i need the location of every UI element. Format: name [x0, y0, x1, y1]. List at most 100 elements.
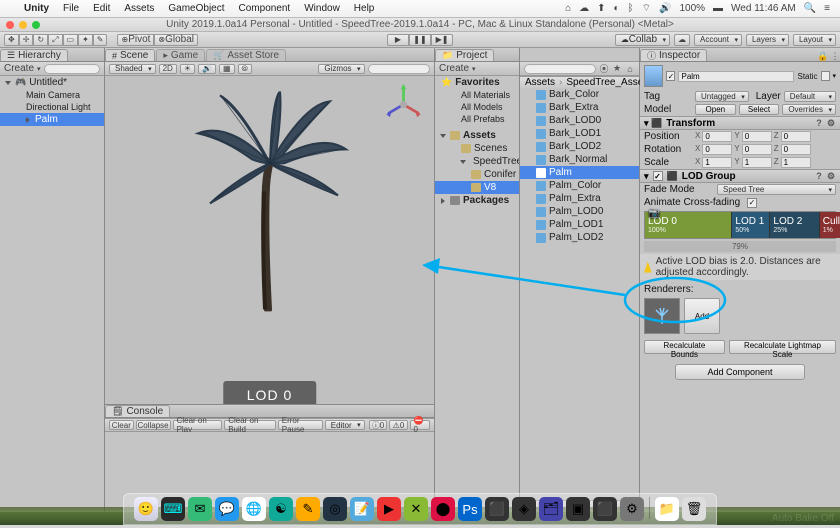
hierarchy-item[interactable]: Main Camera — [0, 89, 104, 101]
orientation-gizmo[interactable] — [381, 82, 426, 127]
culled-segment[interactable]: Culled1% — [820, 212, 840, 238]
menu-window[interactable]: Window — [304, 3, 340, 14]
scene-search[interactable] — [368, 64, 430, 74]
dock-app[interactable]: ✉ — [188, 497, 212, 521]
favorite-item[interactable]: All Materials — [435, 89, 519, 101]
tab-hierarchy[interactable]: ☰ Hierarchy — [0, 49, 68, 61]
asset-item-selected[interactable]: Palm — [520, 166, 639, 179]
expand-icon[interactable] — [5, 81, 11, 85]
animcross-checkbox[interactable]: ✓ — [747, 198, 757, 208]
folder-item[interactable]: Scenes — [435, 142, 519, 155]
recalc-bounds-button[interactable]: Recalculate Bounds — [644, 340, 725, 354]
model-select[interactable]: Select — [739, 104, 780, 115]
filter-icon[interactable]: ⦿ — [599, 64, 609, 74]
dock-app[interactable]: ⌨ — [161, 497, 185, 521]
packages-root[interactable]: Packages — [435, 194, 519, 207]
console-editor-dropdown[interactable]: Editor — [325, 420, 365, 430]
dock-unity[interactable]: ◈ — [512, 497, 536, 521]
pos-z[interactable] — [781, 131, 811, 142]
renderer-thumbnail[interactable] — [644, 298, 680, 334]
console-clear-build[interactable]: Clear on Build — [224, 420, 276, 430]
hierarchy-item[interactable]: Directional Light — [0, 101, 104, 113]
lod2-segment[interactable]: LOD 225% — [770, 212, 819, 238]
add-renderer-button[interactable]: Add — [684, 298, 720, 334]
asset-item[interactable]: Bark_LOD2 — [520, 140, 639, 153]
tab-inspector[interactable]: ⓘ Inspector — [640, 49, 707, 61]
recalc-lightmap-button[interactable]: Recalculate Lightmap Scale — [729, 340, 836, 354]
add-component-button[interactable]: Add Component — [675, 364, 805, 380]
dock-app[interactable]: ✕ — [404, 497, 428, 521]
project-search[interactable] — [524, 64, 596, 74]
pos-y[interactable] — [742, 131, 772, 142]
rot-x[interactable] — [702, 144, 732, 155]
2d-toggle[interactable]: 2D — [159, 64, 177, 74]
audio-toggle[interactable]: 🔊 — [198, 64, 216, 74]
hidden-icon[interactable]: ⌂ — [625, 64, 635, 74]
dock-app[interactable]: ✎ — [296, 497, 320, 521]
move-tool[interactable]: ✢ — [19, 34, 34, 46]
layer-dropdown[interactable]: Default — [784, 91, 836, 102]
console-clear[interactable]: Clear — [109, 420, 134, 430]
dock-trash[interactable]: 🗑 — [682, 497, 706, 521]
rect-tool[interactable]: ▭ — [63, 34, 79, 46]
dock-photoshop[interactable]: Ps — [458, 497, 482, 521]
dock-app[interactable]: 🗂 — [539, 497, 563, 521]
overrides-dropdown[interactable]: Overrides — [782, 104, 836, 115]
options-icon[interactable]: ⋮ — [830, 51, 840, 61]
minimize-window[interactable] — [19, 21, 27, 29]
dock-app[interactable]: ⬤ — [431, 497, 455, 521]
static-checkbox[interactable] — [821, 71, 830, 81]
dock-app[interactable]: ▶ — [377, 497, 401, 521]
menu-component[interactable]: Component — [239, 3, 291, 14]
menu-help[interactable]: Help — [354, 3, 375, 14]
rotate-tool[interactable]: ↻ — [33, 34, 48, 46]
mac-dock[interactable]: 🙂 ⌨ ✉ 💬 🌐 ☯ ✎ ◎ 📝 ▶ ✕ ⬤ Ps ⬛ ◈ 🗂 ▣ ⬛ ⚙ 📁… — [123, 493, 717, 525]
console-clear-play[interactable]: Clear on Play — [173, 420, 223, 430]
lodgroup-header[interactable]: ▾ ✓ ⬛ LOD Group ?⚙ — [640, 169, 840, 183]
hierarchy-item-selected[interactable]: Palm — [0, 113, 104, 126]
project-breadcrumb[interactable]: Assets› SpeedTree_Assets› V8 — [520, 76, 639, 88]
hidden-toggle[interactable]: ⦾ — [238, 64, 252, 74]
pivot-toggle[interactable]: ⊕ Pivot — [117, 34, 154, 46]
expand-icon[interactable] — [26, 117, 30, 123]
play-button[interactable]: ▶ — [387, 34, 409, 46]
gameobject-name[interactable] — [678, 71, 794, 82]
favorites-header[interactable]: ⭐ Favorites — [435, 76, 519, 89]
close-window[interactable] — [6, 21, 14, 29]
scale-tool[interactable]: ⤢ — [48, 34, 62, 46]
favorite-item[interactable]: All Models — [435, 101, 519, 113]
dock-app[interactable]: ⬛ — [485, 497, 509, 521]
pos-x[interactable] — [702, 131, 732, 142]
create-dropdown[interactable]: Create — [4, 63, 34, 74]
dock-finder[interactable]: 🙂 — [134, 497, 158, 521]
gear-icon[interactable]: ⚙ — [826, 118, 836, 128]
scale-z[interactable] — [781, 157, 811, 168]
menu-edit[interactable]: Edit — [93, 3, 110, 14]
folder-item[interactable]: Conifer — [435, 168, 519, 181]
help-icon[interactable]: ? — [814, 171, 824, 181]
hierarchy-search[interactable] — [44, 64, 100, 74]
step-button[interactable]: ▶❚ — [431, 34, 453, 46]
zoom-window[interactable] — [32, 21, 40, 29]
folder-item[interactable]: SpeedTree_Assets — [435, 155, 519, 168]
asset-item[interactable]: Bark_Color — [520, 88, 639, 101]
shading-dropdown[interactable]: Shaded — [109, 64, 156, 74]
collab-dropdown[interactable]: ☁ Collab — [615, 34, 670, 46]
asset-item[interactable]: Bark_LOD0 — [520, 114, 639, 127]
scale-x[interactable] — [702, 157, 732, 168]
spotlight-icon[interactable]: 🔍 — [804, 3, 816, 14]
dock-app[interactable]: 💬 — [215, 497, 239, 521]
dock-terminal[interactable]: ▣ — [566, 497, 590, 521]
account-dropdown[interactable]: Account — [694, 34, 742, 46]
rot-z[interactable] — [781, 144, 811, 155]
asset-item[interactable]: Bark_Extra — [520, 101, 639, 114]
cloud-button[interactable]: ☁ — [674, 34, 690, 46]
lod-camera-icon[interactable]: 📷 — [649, 208, 660, 219]
asset-item[interactable]: Palm_Color — [520, 179, 639, 192]
console-error-icon[interactable]: ⛔0 — [410, 420, 431, 430]
lock-icon[interactable]: 🔒 — [818, 51, 828, 61]
asset-item[interactable]: Bark_Normal — [520, 153, 639, 166]
dock-app[interactable]: ⬛ — [593, 497, 617, 521]
menu-file[interactable]: File — [63, 3, 79, 14]
asset-item[interactable]: Palm_LOD0 — [520, 205, 639, 218]
